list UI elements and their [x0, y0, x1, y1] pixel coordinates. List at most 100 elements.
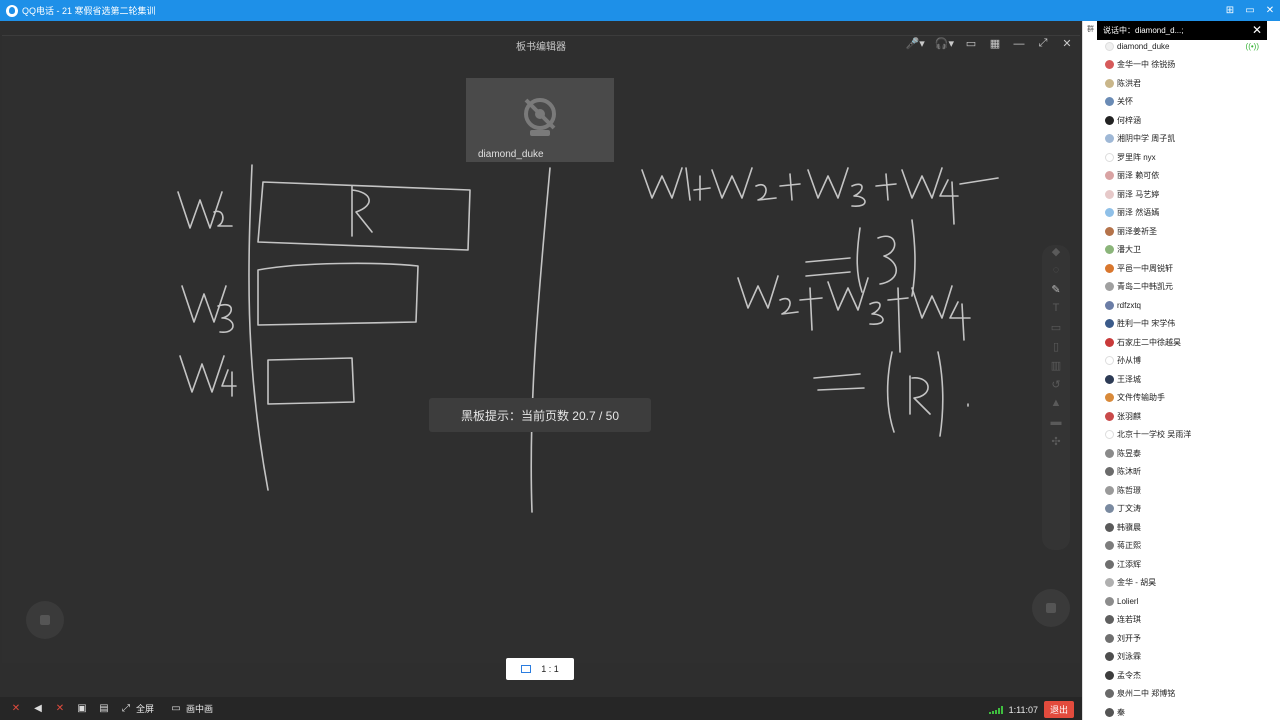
- member-name: 江添辉: [1117, 559, 1141, 569]
- member-list-item[interactable]: 文件传输助手: [1083, 389, 1280, 408]
- pip-button[interactable]: 画中画: [186, 702, 213, 715]
- pip-icon[interactable]: ▭: [170, 703, 182, 715]
- close-speaking-icon[interactable]: ✕: [1252, 23, 1262, 37]
- avatar: [1105, 670, 1114, 680]
- speaking-indicator: 说话中：diamond_d...; ✕: [1097, 21, 1267, 40]
- avatar: [1105, 559, 1114, 569]
- mic-off-icon[interactable]: ✕: [10, 703, 22, 715]
- member-list-item[interactable]: 丽泽 赖可依: [1083, 167, 1280, 186]
- member-list-item[interactable]: 连若琪: [1083, 611, 1280, 630]
- member-list-item[interactable]: 孟令杰: [1083, 666, 1280, 685]
- float-button-icon: [1046, 603, 1056, 613]
- avatar: [1105, 97, 1114, 107]
- call-bottom-bar: ✕ ◀ ✕ ▣ ▤ ⤢ 全屏 ▭ 画中画 1:11:07 退出: [0, 697, 1082, 720]
- camera-preview[interactable]: diamond_duke: [466, 78, 614, 162]
- member-list-item[interactable]: 陈昱泰: [1083, 444, 1280, 463]
- image-tool-icon[interactable]: ▲: [1042, 397, 1070, 416]
- member-name: 关怀: [1117, 97, 1133, 107]
- avatar: [1105, 245, 1114, 255]
- member-list-item[interactable]: 石家庄二中徐越昊: [1083, 333, 1280, 352]
- window-menu-button[interactable]: ⊞: [1220, 5, 1240, 16]
- member-list-item[interactable]: 何梓涵: [1083, 111, 1280, 130]
- undo-tool-icon[interactable]: ↺: [1042, 378, 1070, 397]
- member-name: 陈沐昕: [1117, 467, 1141, 477]
- avatar: [1105, 300, 1114, 310]
- member-list-item[interactable]: 青岛二中韩凯元: [1083, 278, 1280, 297]
- member-name: 丁文涛: [1117, 504, 1141, 514]
- fullscreen-button[interactable]: 全屏: [136, 702, 154, 715]
- delete-tool-icon[interactable]: ▥: [1042, 359, 1070, 378]
- speaker-icon[interactable]: ◀: [32, 703, 44, 715]
- member-list-item[interactable]: 陈沐昕: [1083, 463, 1280, 482]
- share-screen-icon[interactable]: ▣: [76, 703, 88, 715]
- member-list-item[interactable]: 丽泽姜祈圣: [1083, 222, 1280, 241]
- more-tool-icon[interactable]: ✣: [1042, 435, 1070, 454]
- panel-edge-label: 群: [1087, 26, 1094, 33]
- lasso-tool-icon[interactable]: ◌: [1042, 264, 1070, 283]
- member-name: 陈昱泰: [1117, 448, 1141, 458]
- avatar: [1105, 411, 1114, 421]
- member-name: Lolierl: [1117, 596, 1139, 606]
- signal-strength-icon: [988, 705, 1003, 714]
- member-list-item[interactable]: Lolierl: [1083, 592, 1280, 611]
- pen-tool-icon[interactable]: ✎: [1042, 283, 1070, 302]
- member-list-item[interactable]: 平邑一中周锐轩: [1083, 259, 1280, 278]
- eraser-tool-icon[interactable]: ▯: [1042, 340, 1070, 359]
- board-page-toast-text: 黑板提示：当前页数 20.7 / 50: [460, 408, 620, 423]
- member-name: 孟令杰: [1117, 670, 1141, 680]
- select-tool-icon[interactable]: ◆: [1042, 245, 1070, 264]
- aspect-ratio-label: 1 : 1: [541, 664, 559, 674]
- member-list-item[interactable]: 金华一中 徐锐扬: [1083, 56, 1280, 75]
- member-list-item[interactable]: 江添辉: [1083, 555, 1280, 574]
- member-list-item[interactable]: 罗里阵 nyx: [1083, 148, 1280, 167]
- member-name: 泉州二中 郑博铭: [1117, 689, 1176, 699]
- member-name: 张羽麒: [1117, 411, 1141, 421]
- avatar: [1105, 541, 1114, 551]
- member-list-item[interactable]: 湘阴中学 周子凯: [1083, 130, 1280, 149]
- member-name: 韩骥晨: [1117, 522, 1141, 532]
- member-list-item[interactable]: 陈洪君: [1083, 74, 1280, 93]
- member-list-item[interactable]: 丽泽 然语嫣: [1083, 204, 1280, 223]
- member-name: 胜利一中 宋学伟: [1117, 319, 1176, 329]
- member-list-item[interactable]: 刘开予: [1083, 629, 1280, 648]
- fullscreen-icon[interactable]: ⤢: [120, 703, 132, 715]
- member-name: diamond_duke: [1117, 41, 1170, 51]
- aspect-ratio-button[interactable]: 1 : 1: [506, 658, 574, 680]
- board-left-float-button[interactable]: [26, 601, 64, 639]
- member-list-item[interactable]: 刘泳霖: [1083, 648, 1280, 667]
- member-list-item[interactable]: 王泽城: [1083, 370, 1280, 389]
- camera-off-icon[interactable]: ✕: [54, 703, 66, 715]
- member-name: 文件传输助手: [1117, 393, 1165, 403]
- member-list-item[interactable]: 秦: [1083, 703, 1280, 720]
- member-list-item[interactable]: 蒋正熙: [1083, 537, 1280, 556]
- member-name: 丽泽姜祈圣: [1117, 226, 1157, 236]
- member-list-item[interactable]: 北京十一学校 吴雨洋: [1083, 426, 1280, 445]
- member-name: 北京十一学校 吴雨洋: [1117, 430, 1192, 440]
- member-list-item[interactable]: rdfzxtq: [1083, 296, 1280, 315]
- window-close-button[interactable]: ✕: [1260, 5, 1280, 16]
- board-right-float-button[interactable]: [1032, 589, 1070, 627]
- member-list-item[interactable]: 孙从博: [1083, 352, 1280, 371]
- shape-tool-icon[interactable]: ▭: [1042, 321, 1070, 340]
- member-list-item[interactable]: 张羽麒: [1083, 407, 1280, 426]
- board-icon[interactable]: ▤: [98, 703, 110, 715]
- member-list: diamond_duke ((•)) 金华一中 徐锐扬 陈洪君 关怀 何梓涵 湘阴中学 周子…: [1083, 37, 1280, 720]
- text-tool-icon[interactable]: T: [1042, 302, 1070, 321]
- save-tool-icon[interactable]: ▬: [1042, 416, 1070, 435]
- member-panel: 群 diamond_duke ((•)) 金华一中 徐锐扬 陈洪君 关怀 何梓涵 湘阴中学 …: [1082, 21, 1280, 720]
- member-list-item[interactable]: 陈哲璟: [1083, 481, 1280, 500]
- avatar: [1105, 578, 1114, 588]
- member-name: 石家庄二中徐越昊: [1117, 337, 1181, 347]
- member-list-item[interactable]: 胜利一中 宋学伟: [1083, 315, 1280, 334]
- member-list-item[interactable]: 关怀: [1083, 93, 1280, 112]
- member-list-item[interactable]: 潘大卫: [1083, 241, 1280, 260]
- member-list-item[interactable]: 韩骥晨: [1083, 518, 1280, 537]
- exit-call-button[interactable]: 退出: [1043, 701, 1074, 718]
- avatar: [1105, 707, 1114, 717]
- member-list-item[interactable]: 金华 - 胡昊: [1083, 574, 1280, 593]
- window-restore-button[interactable]: ▭: [1240, 5, 1260, 16]
- member-list-item[interactable]: 丁文涛: [1083, 500, 1280, 519]
- member-list-item[interactable]: 丽泽 马艺婷: [1083, 185, 1280, 204]
- member-list-item[interactable]: 泉州二中 郑博铭: [1083, 685, 1280, 704]
- avatar: [1105, 282, 1114, 292]
